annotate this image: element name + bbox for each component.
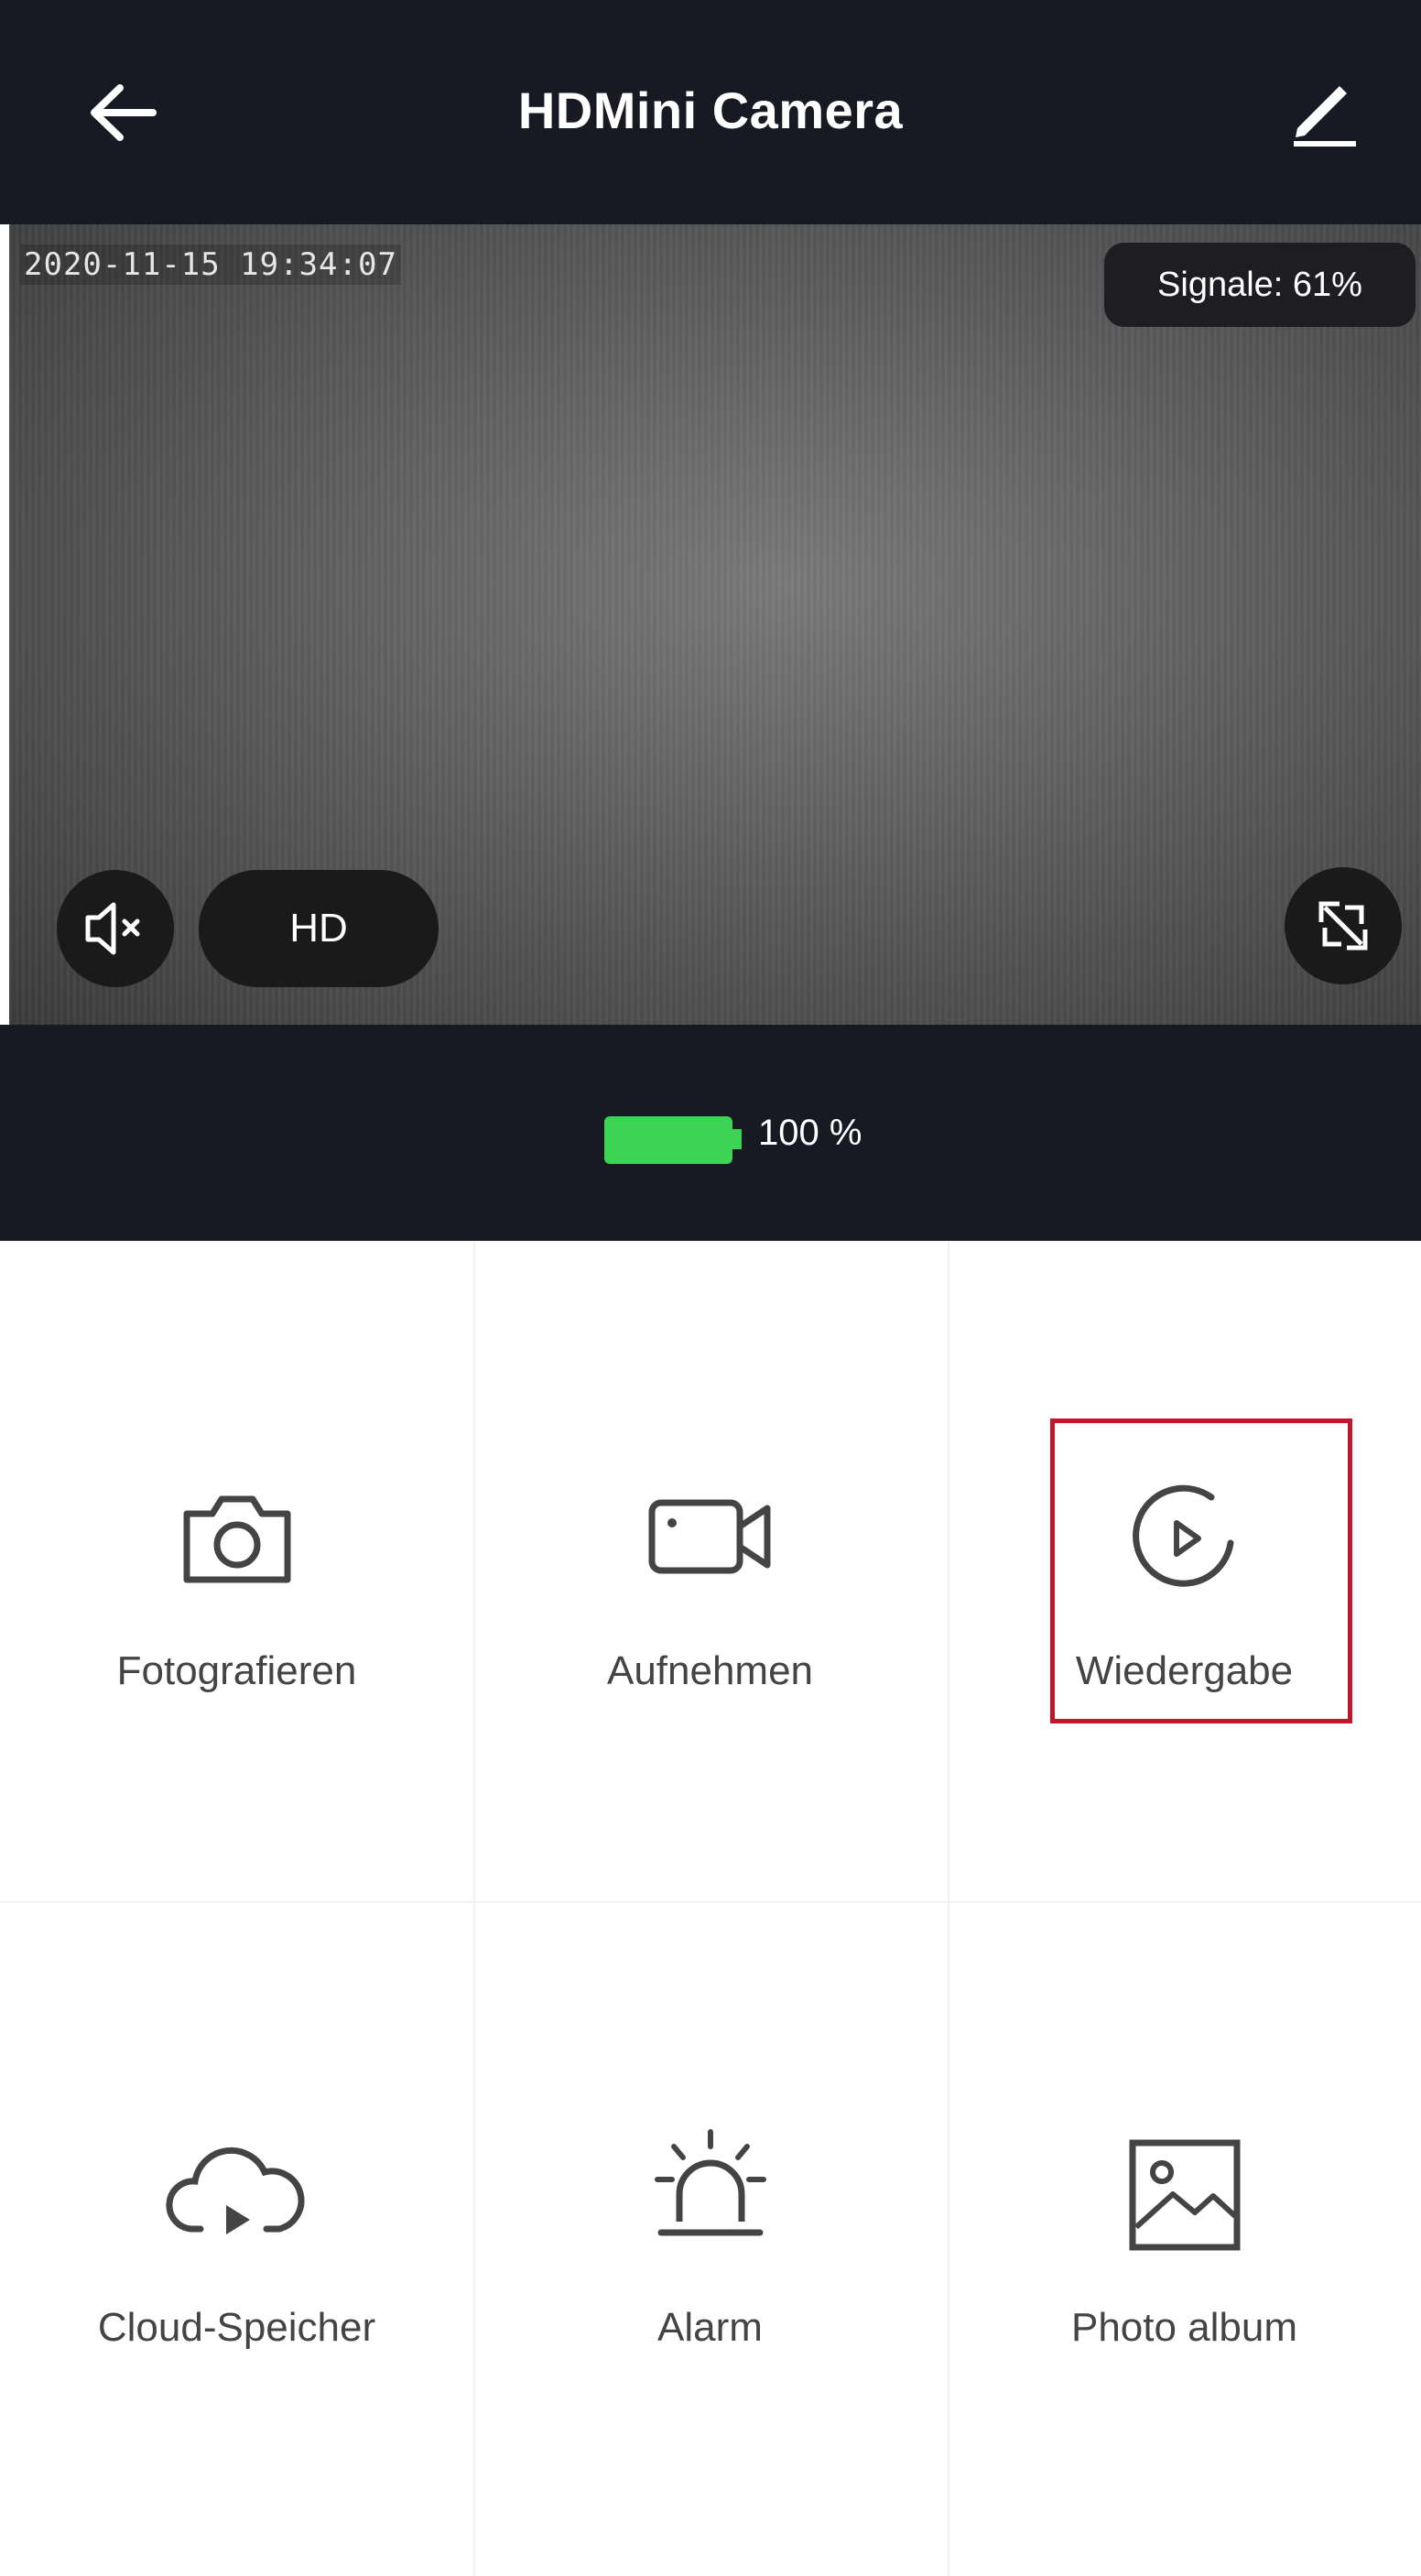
- battery-icon: [604, 1113, 749, 1172]
- record-video-button[interactable]: Aufnehmen: [473, 1241, 947, 1902]
- fullscreen-button[interactable]: [1285, 867, 1402, 984]
- photo-album-button[interactable]: Photo album: [948, 1902, 1421, 2563]
- page-title: HDMini Camera: [517, 82, 904, 139]
- alarm-label: Alarm: [657, 2305, 763, 2350]
- image-icon: [1125, 2136, 1244, 2259]
- highlight-box: [1050, 1418, 1352, 1723]
- cloud-play-icon: [164, 2145, 310, 2250]
- take-photo-button[interactable]: Fotografieren: [0, 1241, 473, 1902]
- battery-percentage: 100 %: [758, 1113, 862, 1153]
- speaker-muted-icon: [85, 902, 140, 955]
- photo-album-label: Photo album: [1070, 2305, 1298, 2350]
- cloud-storage-label: Cloud-Speicher: [97, 2305, 376, 2350]
- battery-status-bar: 100 %: [0, 1025, 1421, 1241]
- quality-toggle-button[interactable]: HD: [199, 870, 439, 987]
- mute-button[interactable]: [57, 870, 174, 987]
- top-bar: HDMini Camera: [0, 0, 1421, 224]
- signal-strength-badge: Signale: 61%: [1104, 243, 1416, 327]
- take-photo-label: Fotografieren: [116, 1648, 357, 1693]
- video-timestamp: 2020-11-15 19:34:07: [20, 245, 401, 285]
- camera-icon: [178, 1488, 297, 1593]
- edit-pencil-icon[interactable]: [1286, 73, 1363, 150]
- siren-icon: [646, 2126, 775, 2250]
- cloud-storage-button[interactable]: Cloud-Speicher: [0, 1902, 473, 2563]
- camera-live-view[interactable]: 2020-11-15 19:34:07 Signale: 61% HD: [9, 224, 1421, 1025]
- record-video-label: Aufnehmen: [606, 1648, 814, 1693]
- video-camera-icon: [646, 1495, 775, 1582]
- fullscreen-icon: [1318, 901, 1368, 951]
- alarm-button[interactable]: Alarm: [473, 1902, 947, 2563]
